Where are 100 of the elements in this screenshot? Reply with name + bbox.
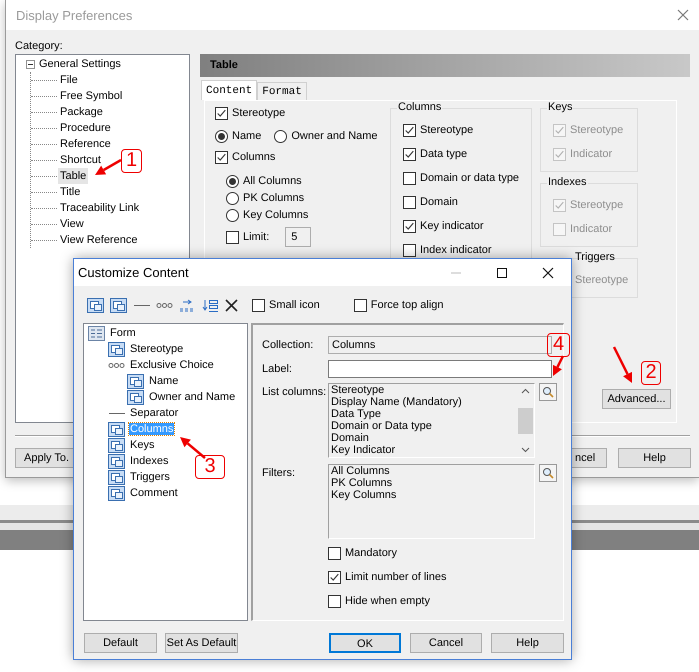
group-title: Columns: [397, 101, 442, 113]
checkbox[interactable]: [215, 106, 228, 120]
checkbox[interactable]: [403, 124, 416, 136]
tree-item[interactable]: Form: [109, 327, 137, 339]
checkbox[interactable]: [328, 594, 341, 608]
tree-item[interactable]: File: [58, 72, 80, 88]
window-icon: [108, 470, 125, 484]
tab[interactable]: Format: [257, 82, 307, 100]
list-item[interactable]: Domain: [331, 432, 515, 444]
tree-item[interactable]: General Settings: [37, 56, 123, 72]
group-title: Keys: [547, 101, 574, 113]
checkbox-label: Key indicator: [420, 220, 484, 232]
tree-item[interactable]: View: [58, 216, 86, 232]
list-item[interactable]: Key Indicator: [331, 444, 515, 456]
radio-label: Owner and Name: [291, 130, 378, 142]
checkbox-label: Domain: [420, 196, 458, 208]
checkbox[interactable]: [328, 546, 341, 560]
list-item[interactable]: All Columns: [331, 465, 532, 477]
button[interactable]: Set As Default: [165, 633, 238, 653]
group-title: Indexes: [547, 176, 588, 188]
collapse-icon[interactable]: [26, 60, 35, 68]
tree-item[interactable]: Procedure: [58, 120, 113, 136]
annotation-arrow: [180, 437, 206, 459]
tree-item[interactable]: View Reference: [58, 232, 140, 248]
tree-item[interactable]: Title: [58, 184, 82, 200]
list-icon[interactable]: [202, 298, 219, 312]
window-icon[interactable]: [87, 298, 104, 312]
checkbox[interactable]: [252, 298, 265, 312]
list-item[interactable]: Display Name (Mandatory): [331, 396, 515, 408]
checkbox-label: Indicator: [570, 223, 612, 235]
tree-item[interactable]: Indexes: [129, 455, 170, 467]
button[interactable]: ncel: [572, 448, 607, 468]
radio-button[interactable]: [226, 192, 239, 204]
radio-button[interactable]: [226, 174, 239, 188]
list-item[interactable]: PK Columns: [331, 477, 532, 489]
checkbox[interactable]: [403, 244, 416, 256]
window-icon[interactable]: [110, 298, 127, 312]
list-item[interactable]: Key Columns: [331, 489, 532, 501]
line-icon[interactable]: [134, 304, 150, 306]
annotation-arrow: [612, 346, 632, 383]
tree-item[interactable]: Exclusive Choice: [129, 359, 215, 371]
button[interactable]: Cancel: [410, 633, 482, 653]
radio-label: PK Columns: [243, 192, 304, 204]
label-field[interactable]: [328, 360, 552, 378]
delete-icon[interactable]: [225, 298, 238, 312]
collection-field[interactable]: Columns: [328, 336, 552, 354]
checkbox[interactable]: [403, 220, 416, 232]
button[interactable]: OK: [329, 633, 401, 653]
tree-item[interactable]: Owner and Name: [148, 391, 236, 403]
list-item[interactable]: Stereotype: [331, 384, 515, 396]
chevron-up-icon[interactable]: [521, 388, 530, 394]
radio-label: Name: [232, 130, 262, 142]
checkbox[interactable]: [403, 196, 416, 208]
tree-item[interactable]: Traceability Link: [58, 200, 142, 216]
tree-item[interactable]: Triggers: [129, 471, 171, 483]
radio-button[interactable]: [215, 130, 228, 142]
tree-item[interactable]: Free Symbol: [58, 88, 124, 104]
tree-item[interactable]: Comment: [129, 487, 179, 499]
tree-item[interactable]: Separator: [129, 407, 180, 419]
category-label: Category:: [15, 39, 64, 54]
button[interactable]: Help: [491, 633, 564, 653]
browse-button[interactable]: [539, 464, 557, 482]
browse-button[interactable]: [539, 383, 557, 401]
field-label: Collection:: [262, 339, 314, 351]
tree-item[interactable]: Stereotype: [129, 343, 184, 355]
checkbox[interactable]: [226, 230, 239, 244]
window-icon: [108, 454, 125, 468]
radio-button[interactable]: [226, 208, 239, 222]
checkbox[interactable]: [215, 150, 228, 164]
advanced-button[interactable]: Advanced...: [602, 389, 671, 409]
checkbox-label: Hide when empty: [345, 595, 430, 607]
annotation-number: 2: [641, 361, 661, 385]
list-item[interactable]: Data Type: [331, 408, 515, 420]
checkbox-label: Stereotype: [420, 124, 474, 136]
field-label: Filters:: [262, 466, 296, 479]
button[interactable]: Apply To.: [15, 448, 73, 468]
button[interactable]: Help: [618, 448, 691, 468]
annotation-number: 1: [121, 149, 142, 173]
tree-item[interactable]: Package: [58, 104, 105, 120]
checkbox-label: Indicator: [570, 148, 612, 160]
tree-item[interactable]: Keys: [129, 439, 156, 451]
list-item[interactable]: Domain or Data type: [331, 420, 515, 432]
checkbox[interactable]: [403, 148, 416, 160]
tree-item[interactable]: Name: [148, 375, 180, 387]
limit-field[interactable]: 5: [285, 227, 312, 247]
maximize-icon[interactable]: [496, 266, 508, 278]
tree-item[interactable]: Shortcut: [58, 152, 103, 168]
tree-item[interactable]: Table: [58, 168, 88, 184]
annotation-arrow: [553, 355, 564, 376]
checkbox[interactable]: [403, 172, 416, 184]
close-icon[interactable]: [542, 266, 554, 278]
chevron-down-icon[interactable]: [521, 447, 530, 453]
indent-icon[interactable]: [179, 298, 196, 312]
tree-item[interactable]: Reference: [58, 136, 113, 152]
checkbox[interactable]: [328, 570, 341, 584]
radio-button[interactable]: [274, 130, 288, 142]
button[interactable]: Default: [84, 633, 157, 653]
tab[interactable]: Content: [201, 80, 258, 100]
checkbox[interactable]: [354, 298, 367, 312]
checkbox-label: Mandatory: [345, 547, 397, 559]
